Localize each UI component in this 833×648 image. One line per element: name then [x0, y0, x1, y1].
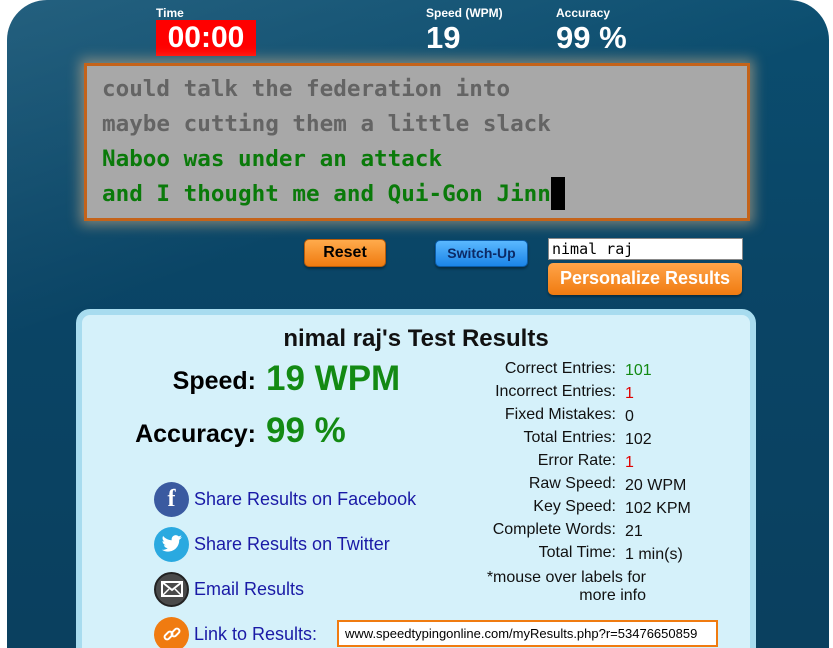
text-cursor [550, 177, 565, 210]
speed-result-label[interactable]: Speed: [122, 367, 256, 396]
speed-result-value: 19 WPM [266, 359, 401, 398]
detail-row: Complete Words: 21 [452, 521, 752, 544]
typing-line-current: and I thought me and Qui-Gon Jinn [102, 177, 747, 212]
typing-line-text: and I thought me and Qui-Gon Jinn [102, 181, 551, 207]
speed-label: Speed (WPM) [426, 6, 503, 20]
detail-value: 1 [625, 385, 634, 402]
detail-row: Correct Entries: 101 [452, 360, 752, 383]
detail-label[interactable]: Raw Speed: [529, 475, 616, 493]
typing-line: maybe cutting them a little slack [102, 111, 551, 137]
detail-label[interactable]: Key Speed: [533, 498, 616, 516]
detail-value: 21 [625, 523, 643, 540]
note-line: *mouse over labels for [486, 569, 646, 586]
speed-value: 19 [426, 20, 461, 55]
email-results-link[interactable]: Email Results [154, 571, 304, 607]
accuracy-value: 99 % [556, 20, 627, 55]
reset-button[interactable]: Reset [304, 239, 386, 267]
accuracy-result-label[interactable]: Accuracy: [102, 420, 256, 449]
share-facebook-link[interactable]: f Share Results on Facebook [154, 481, 416, 517]
detail-label[interactable]: Fixed Mistakes: [505, 406, 616, 424]
detail-label[interactable]: Total Entries: [524, 429, 616, 447]
name-input[interactable]: nimal raj [548, 238, 743, 260]
twitter-icon [154, 526, 189, 562]
results-title: nimal raj's Test Results [283, 325, 549, 352]
results-panel: nimal raj's Test Results Speed: 19 WPM A… [76, 309, 756, 648]
personalize-results-button[interactable]: Personalize Results [548, 263, 742, 295]
facebook-icon: f [154, 481, 189, 517]
link-results-row: Link to Results: [154, 616, 317, 648]
detail-label[interactable]: Complete Words: [493, 521, 616, 539]
detail-row: Total Time: 1 min(s) [452, 544, 752, 567]
share-facebook-label: Share Results on Facebook [194, 488, 417, 509]
detail-row: Incorrect Entries: 1 [452, 383, 752, 406]
detail-label[interactable]: Correct Entries: [505, 360, 616, 378]
email-icon [154, 571, 189, 607]
note-line: more info [579, 587, 646, 604]
time-label: Time [156, 6, 184, 20]
switch-up-button[interactable]: Switch-Up [435, 240, 528, 267]
detail-value: 20 WPM [625, 477, 687, 494]
detail-value: 102 [625, 431, 652, 448]
link-results-label: Link to Results: [194, 623, 318, 644]
detail-row: Total Entries: 102 [452, 429, 752, 452]
detail-row: Key Speed: 102 KPM [452, 498, 752, 521]
detail-row: Raw Speed: 20 WPM [452, 475, 752, 498]
detail-label[interactable]: Incorrect Entries: [495, 383, 616, 401]
typing-area[interactable]: could talk the federation into maybe cut… [84, 63, 750, 221]
timer-display: 00:00 [156, 20, 256, 56]
detail-value: 0 [625, 408, 634, 425]
detail-row: Error Rate: 1 [452, 452, 752, 475]
detail-label[interactable]: Total Time: [539, 544, 616, 562]
detail-value: 102 KPM [625, 500, 691, 517]
detail-value: 101 [625, 362, 652, 379]
typing-line: Naboo was under an attack [102, 146, 443, 172]
results-link-field[interactable]: www.speedtypingonline.com/myResults.php?… [337, 620, 718, 647]
share-twitter-link[interactable]: Share Results on Twitter [154, 526, 390, 562]
detail-row: Fixed Mistakes: 0 [452, 406, 752, 429]
typing-line: could talk the federation into [102, 76, 511, 102]
mouse-over-note: *mouse over labels for more info [452, 569, 646, 605]
detail-label[interactable]: Error Rate: [538, 452, 616, 470]
accuracy-result-value: 99 % [266, 411, 346, 450]
detail-value: 1 [625, 454, 634, 471]
accuracy-label: Accuracy [556, 6, 611, 20]
detail-value: 1 min(s) [625, 546, 683, 563]
link-icon [154, 616, 189, 648]
share-twitter-label: Share Results on Twitter [194, 533, 390, 554]
email-results-label: Email Results [194, 578, 305, 599]
